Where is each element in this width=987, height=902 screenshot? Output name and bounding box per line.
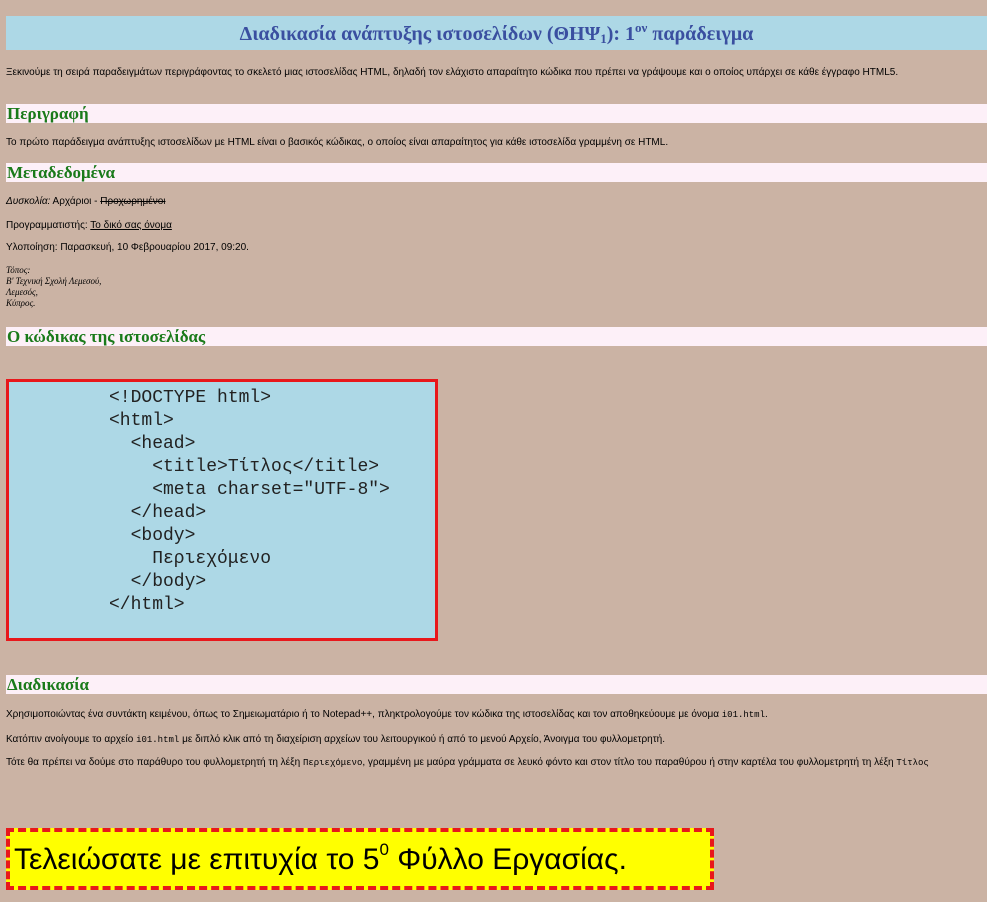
html-code: <!DOCTYPE html> <html> <head> <title>Τίτ…: [109, 388, 390, 615]
procedure-paragraph-2: Κατόπιν ανοίγουμε το αρχείο i01.html με …: [6, 734, 981, 746]
inline-code: i01.html: [721, 710, 765, 720]
address-line: Β' Τεχνική Σχολή Λεμεσού,: [6, 276, 102, 286]
difficulty-line: Δυσκολία: Αρχάριοι - Προχωρημένοι: [6, 196, 981, 208]
inline-code: Τίτλος: [896, 758, 929, 768]
page-title-mid: ): 1: [606, 23, 636, 45]
completion-superscript: 0: [379, 840, 389, 859]
completion-text-end: Φύλλο Εργασίας.: [388, 843, 627, 876]
inline-code: i01.html: [136, 735, 180, 745]
completion-text: Τελειώσατε με επιτυχία το 5: [14, 843, 380, 876]
procedure-text: Τότε θα πρέπει να δούμε στο παράθυρο του…: [6, 757, 303, 768]
inline-code: Περιεχόμενο: [302, 758, 363, 768]
page-title-end: παράδειγμα: [647, 23, 754, 45]
difficulty-label: Δυσκολία:: [6, 196, 51, 207]
page-title-superscript: ον: [635, 20, 648, 35]
procedure-paragraph-1: Χρησιμοποιώντας ένα συντάκτη κειμένου, ό…: [6, 709, 981, 721]
page-title: Διαδικασία ανάπτυξης ιστοσελίδων (ΘΗΨ1):…: [6, 16, 987, 50]
procedure-paragraph-3: Τότε θα πρέπει να δούμε στο παράθυρο του…: [6, 757, 981, 769]
code-heading: Ο κώδικας της ιστοσελίδας: [6, 327, 987, 346]
procedure-text: Κατόπιν ανοίγουμε το αρχείο: [6, 734, 137, 745]
programmer-line: Προγραμματιστής: Το δικό σας όνομα: [6, 220, 981, 232]
description-paragraph: Το πρώτο παράδειγμα ανάπτυξης ιστοσελίδω…: [6, 137, 669, 148]
programmer-label: Προγραμματιστής:: [6, 220, 91, 231]
procedure-text: Χρησιμοποιώντας ένα συντάκτη κειμένου, ό…: [6, 709, 722, 720]
intro-paragraph: Ξεκινούμε τη σειρά παραδειγμάτων περιγρά…: [6, 67, 899, 78]
difficulty-struck: Προχωρημένοι: [100, 196, 166, 207]
address-line: Τόπος:: [6, 265, 31, 275]
metadata-heading: Μεταδεδομένα: [6, 163, 987, 182]
procedure-text: .: [764, 709, 768, 720]
procedure-text: με διπλό κλικ από τη διαχείριση αρχείων …: [179, 734, 666, 745]
procedure-text: , γραμμένη με μαύρα γράμματα σε λευκό φό…: [362, 757, 897, 768]
completion-banner: Τελειώσατε με επιτυχία το 50 Φύλλο Εργασ…: [6, 828, 714, 890]
page-title-main: Διαδικασία ανάπτυξης ιστοσελίδων (ΘΗΨ: [239, 23, 601, 45]
address-block: Τόπος: Β' Τεχνική Σχολή Λεμεσού, Λεμεσός…: [6, 265, 101, 309]
implementation-line: Υλοποίηση: Παρασκευή, 10 Φεβρουαρίου 201…: [6, 242, 249, 253]
procedure-heading: Διαδικασία: [6, 675, 987, 694]
code-block: <!DOCTYPE html> <html> <head> <title>Τίτ…: [6, 379, 438, 641]
difficulty-value: Αρχάριοι -: [50, 196, 101, 207]
address-line: Κύπρος.: [6, 298, 36, 308]
programmer-value: Το δικό σας όνομα: [90, 220, 172, 231]
address-line: Λεμεσός,: [6, 287, 38, 297]
description-heading: Περιγραφή: [6, 104, 987, 123]
